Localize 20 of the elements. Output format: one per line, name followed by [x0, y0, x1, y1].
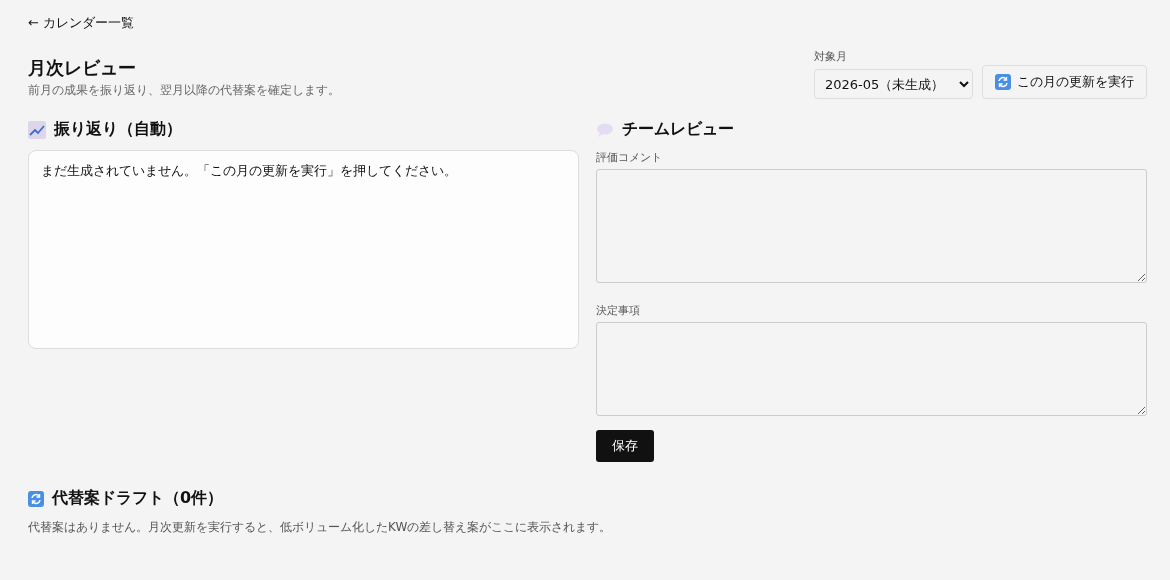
- section-title: チームレビュー: [622, 119, 734, 140]
- page-title: 月次レビュー: [28, 56, 137, 80]
- field-label: 決定事項: [596, 303, 641, 318]
- month-select[interactable]: 2026-05（未生成）: [814, 69, 973, 99]
- refresh-icon: [995, 74, 1011, 90]
- section-title: 振り返り（自動）: [54, 119, 182, 140]
- page-subtitle: 前月の成果を振り返り、翌月以降の代替案を確定します。: [28, 82, 340, 99]
- month-label: 対象月: [814, 49, 848, 64]
- speech-bubble-icon: [596, 122, 614, 137]
- text-area[interactable]: [596, 169, 1147, 283]
- field-label: 評価コメント: [596, 150, 663, 165]
- section-title: 代替案ドラフト（0件）: [52, 488, 224, 509]
- empty-message: 代替案はありません。月次更新を実行すると、低ボリューム化したKWの差し替え案がここに表示されます。: [28, 519, 613, 536]
- text-area[interactable]: [596, 322, 1147, 416]
- chart-icon: [28, 120, 46, 139]
- save-button[interactable]: 保存: [596, 430, 654, 462]
- run-update-button[interactable]: この月の更新を実行: [982, 65, 1147, 99]
- retrospective-text: まだ生成されていません。「この月の更新を実行」を押してください。: [41, 163, 457, 178]
- refresh-icon: [28, 490, 44, 507]
- back-link[interactable]: ← カレンダー一覧: [28, 14, 135, 32]
